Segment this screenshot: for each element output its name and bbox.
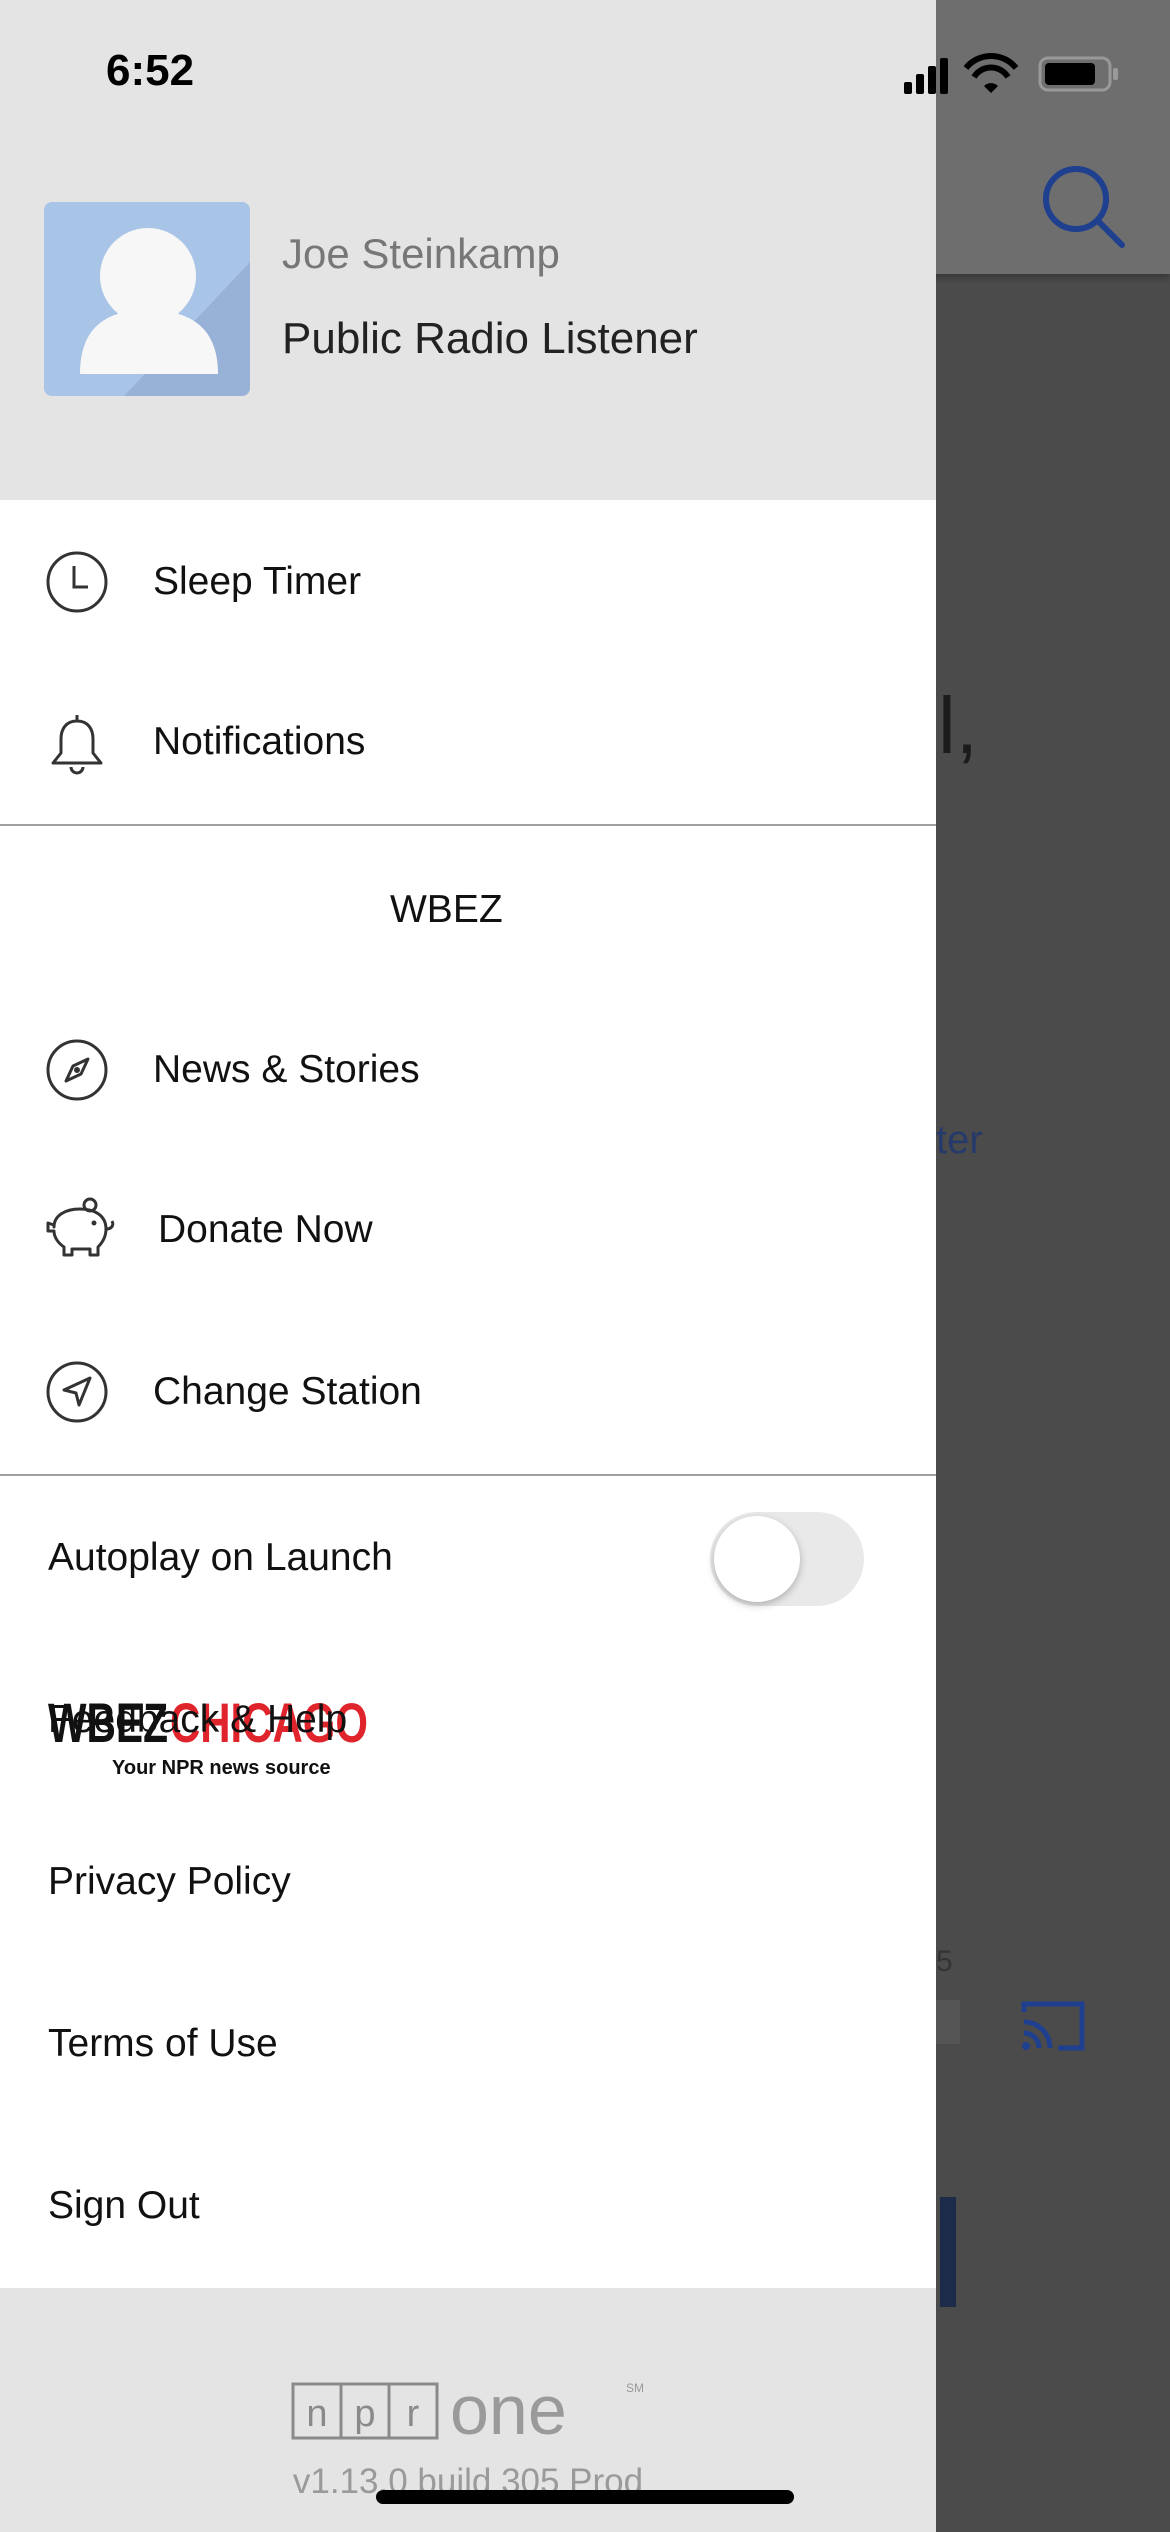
logo-word-one: one xyxy=(450,2374,567,2444)
station-header[interactable]: WBEZ CHICAGO Your NPR news source WBEZ xyxy=(0,830,936,1779)
battery-icon xyxy=(1038,56,1118,92)
menu-item-terms-of-use[interactable]: Terms of Use xyxy=(0,1964,936,2124)
profile-name: Joe Steinkamp xyxy=(282,230,560,277)
status-time: 6:52 xyxy=(106,46,195,95)
menu-item-label: Feedback & Help xyxy=(48,1698,348,1741)
menu-item-privacy-policy[interactable]: Privacy Policy xyxy=(0,1802,936,1962)
logo-letter-r: r xyxy=(407,2393,420,2435)
background-text-fragment: l, xyxy=(938,681,978,770)
cast-icon[interactable] xyxy=(1018,1998,1088,2054)
menu-item-label: Privacy Policy xyxy=(48,1860,291,1903)
menu-item-label: Donate Now xyxy=(158,1208,373,1251)
menu-item-label: Sign Out xyxy=(48,2184,200,2227)
menu-item-sleep-timer[interactable]: Sleep Timer xyxy=(0,502,936,662)
toggle-knob xyxy=(714,1516,800,1602)
background-number-fragment: 5 xyxy=(936,1945,953,1978)
status-icons xyxy=(904,53,1118,94)
search-icon[interactable] xyxy=(1040,163,1126,249)
avatar[interactable] xyxy=(44,202,250,396)
cellular-signal-icon xyxy=(904,58,948,94)
menu-item-label: News & Stories xyxy=(153,1048,420,1091)
menu-item-sign-out[interactable]: Sign Out xyxy=(0,2126,936,2286)
menu-item-label: Change Station xyxy=(153,1370,422,1413)
logo-service-mark: SM xyxy=(626,2381,644,2395)
menu-item-donate-now[interactable]: Donate Now xyxy=(0,1150,936,1310)
menu-item-label: Notifications xyxy=(153,720,366,763)
clock-icon xyxy=(46,551,108,613)
menu-item-news-stories[interactable]: News & Stories xyxy=(0,990,936,1150)
menu-item-label: Sleep Timer xyxy=(153,560,362,603)
menu-item-feedback-help[interactable]: Feedback & Help xyxy=(0,1640,936,1800)
divider xyxy=(0,1474,936,1476)
logo-letter-p: p xyxy=(354,2393,375,2435)
bell-icon xyxy=(51,715,103,775)
npr-one-logo: n p r one SM xyxy=(291,2374,644,2444)
drawer-profile-header: 6:52 Joe Steinkamp Public Radio Listener xyxy=(0,0,1118,500)
menu-item-label: Terms of Use xyxy=(48,2022,278,2065)
piggy-bank-icon xyxy=(46,1197,115,1257)
home-indicator[interactable] xyxy=(376,2490,794,2504)
autoplay-label: Autoplay on Launch xyxy=(48,1536,393,1579)
menu-item-notifications[interactable]: Notifications xyxy=(0,662,936,822)
profile-role: Public Radio Listener xyxy=(282,314,698,363)
background-link-fragment: ter xyxy=(936,1118,983,1162)
wifi-icon xyxy=(963,53,1019,93)
side-drawer: 6:52 Joe Steinkamp Public Radio Listener… xyxy=(0,0,1118,2532)
logo-letter-n: n xyxy=(306,2393,327,2435)
background-progress-bar xyxy=(936,2000,960,2044)
background-button-edge xyxy=(940,2197,956,2307)
compass-icon xyxy=(46,1039,108,1101)
autoplay-toggle[interactable] xyxy=(710,1512,864,1606)
menu-item-change-station[interactable]: Change Station xyxy=(0,1312,936,1472)
station-name: WBEZ xyxy=(390,888,503,931)
divider xyxy=(0,824,936,826)
location-arrow-icon xyxy=(46,1361,108,1423)
